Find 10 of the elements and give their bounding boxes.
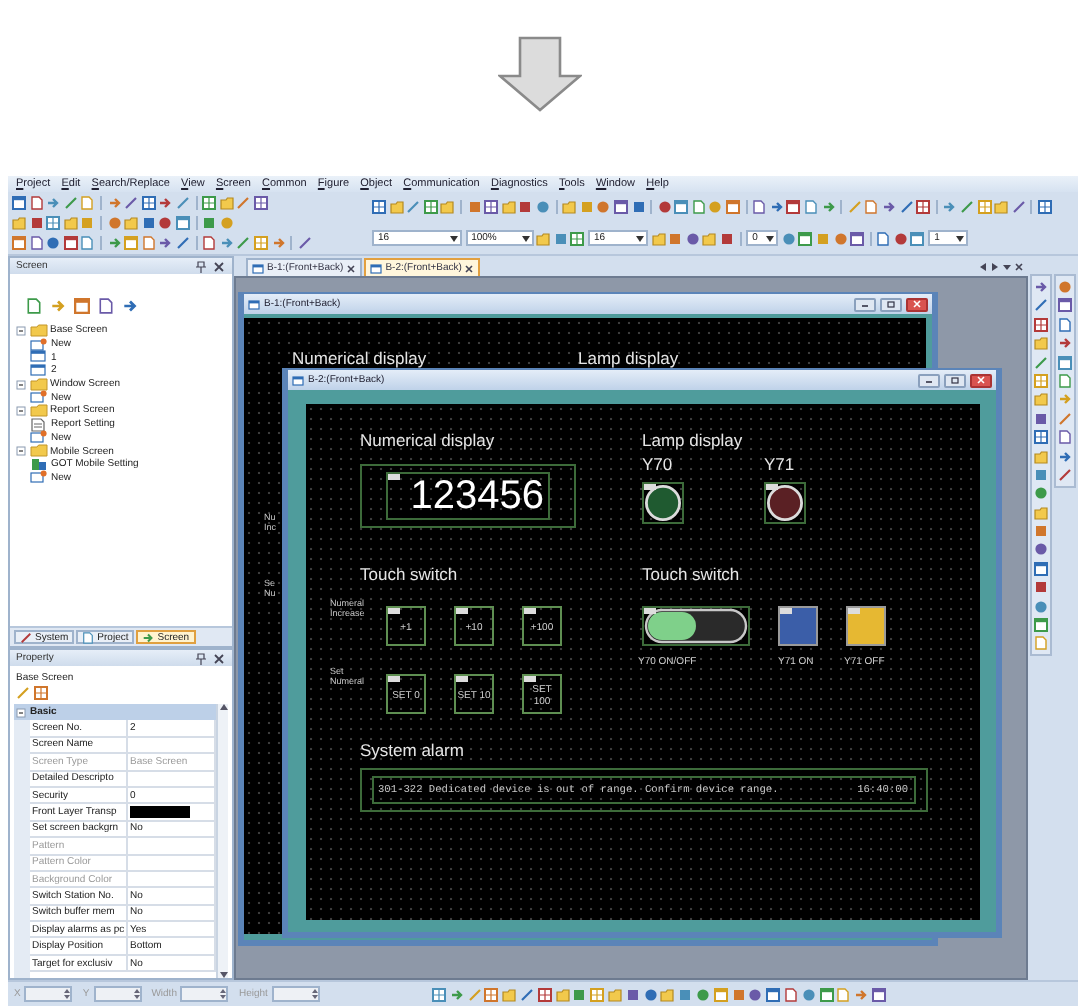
screen-heading: Lamp display — [642, 430, 743, 450]
screen-heading: Lamp display — [578, 348, 679, 368]
screen-heading: Touch switch — [360, 564, 458, 584]
screen-heading: System alarm — [360, 740, 464, 760]
screen-heading: Numerical display — [292, 348, 427, 368]
lamp-label: Y70 — [642, 454, 673, 474]
screen-heading: Touch switch — [642, 564, 740, 584]
screen-heading: Numerical display — [360, 430, 495, 450]
lamp-label: Y71 — [764, 454, 795, 474]
numeric-display: 123456 — [386, 472, 550, 520]
